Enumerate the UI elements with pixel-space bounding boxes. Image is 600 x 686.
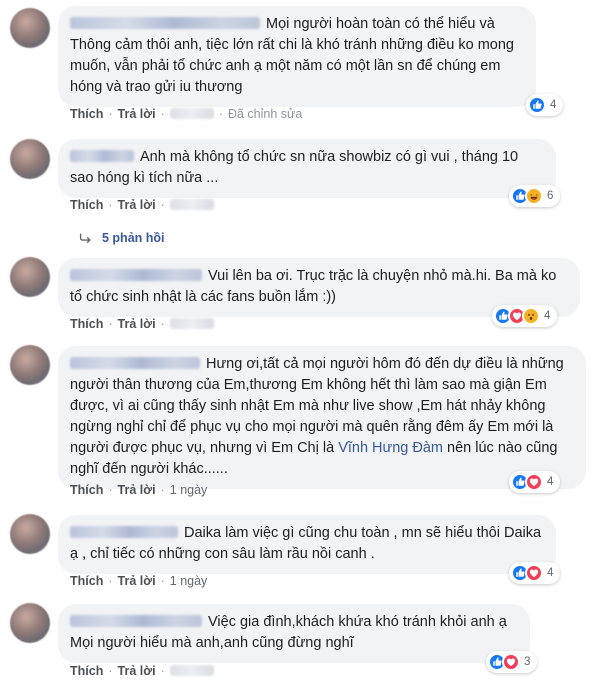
edited-label[interactable]: Đã chỉnh sửa — [228, 107, 302, 121]
like-action[interactable]: Thích — [70, 198, 103, 212]
avatar[interactable] — [10, 345, 50, 385]
comment-actions: Thích · Trả lời · — [70, 317, 214, 331]
commenter-name-blurred[interactable] — [70, 615, 202, 627]
comment-bubble: Việc gia đình,khách khứa khó tránh khỏi … — [58, 604, 530, 663]
comment-bubble: Daika làm việc gì cũng chu toàn , mn sẽ … — [58, 515, 556, 574]
avatar[interactable] — [10, 257, 50, 297]
wow-icon — [522, 307, 540, 325]
reaction-count: 4 — [550, 99, 557, 111]
reply-action[interactable]: Trả lời — [118, 198, 156, 212]
timestamp[interactable]: 1 ngày — [170, 574, 208, 588]
reaction-summary[interactable]: 4 — [509, 471, 561, 493]
avatar[interactable] — [10, 603, 50, 643]
reply-action[interactable]: Trả lời — [118, 664, 156, 678]
view-replies-link[interactable]: 5 phản hồi — [78, 231, 165, 245]
reply-action[interactable]: Trả lời — [118, 317, 156, 331]
commenter-name-blurred[interactable] — [70, 526, 178, 538]
reaction-count: 4 — [547, 476, 554, 488]
reaction-summary[interactable]: 4 — [509, 562, 561, 584]
reaction-count: 6 — [547, 190, 554, 202]
comment-bubble: Anh mà không tổ chức sn nữa showbiz có g… — [58, 139, 556, 198]
comment-actions: Thích · Trả lời · — [70, 664, 214, 678]
timestamp-blurred[interactable] — [169, 199, 214, 210]
comment-text: Anh mà không tổ chức sn nữa showbiz có g… — [70, 149, 519, 186]
commenter-name-blurred[interactable] — [70, 357, 200, 369]
comment-actions: Thích · Trả lời · 1 ngày — [70, 574, 208, 588]
timestamp[interactable]: 1 ngày — [170, 483, 208, 497]
avatar[interactable] — [10, 8, 50, 48]
replies-count-label: 5 phản hồi — [102, 231, 165, 245]
comment-actions: Thích · Trả lời · — [70, 198, 214, 212]
reply-arrow-icon — [78, 231, 92, 245]
like-action[interactable]: Thích — [70, 664, 103, 678]
reaction-summary[interactable]: 4 — [492, 305, 558, 327]
avatar[interactable] — [10, 139, 50, 179]
timestamp-blurred[interactable] — [169, 665, 214, 676]
like-icon — [528, 96, 546, 114]
timestamp-blurred[interactable] — [169, 318, 214, 329]
love-icon — [502, 653, 520, 671]
reaction-count: 4 — [547, 567, 554, 579]
reaction-summary[interactable]: 4 — [526, 94, 564, 116]
love-icon — [525, 473, 543, 491]
comment-actions: Thích · Trả lời · 1 ngày — [70, 483, 208, 497]
haha-icon — [525, 187, 543, 205]
like-action[interactable]: Thích — [70, 317, 103, 331]
love-icon — [525, 564, 543, 582]
like-action[interactable]: Thích — [70, 574, 103, 588]
reaction-count: 4 — [544, 310, 551, 322]
reaction-count: 3 — [524, 656, 531, 668]
comment-bubble: Hưng ơi,tất cả mọi người hôm đó đến dự đ… — [58, 346, 586, 489]
commenter-name-blurred[interactable] — [70, 17, 260, 29]
timestamp-blurred[interactable] — [169, 108, 214, 119]
reply-action[interactable]: Trả lời — [118, 574, 156, 588]
avatar[interactable] — [10, 514, 50, 554]
reply-action[interactable]: Trả lời — [118, 107, 156, 121]
comment-bubble: Mọi người hoàn toàn có thể hiểu và Thông… — [58, 6, 536, 107]
like-action[interactable]: Thích — [70, 483, 103, 497]
reply-action[interactable]: Trả lời — [118, 483, 156, 497]
commenter-name-blurred[interactable] — [70, 269, 202, 281]
mention-link[interactable]: Vĩnh Hưng Đàm — [338, 440, 443, 456]
like-action[interactable]: Thích — [70, 107, 103, 121]
reaction-summary[interactable]: 6 — [509, 185, 561, 207]
reaction-summary[interactable]: 3 — [486, 651, 538, 673]
commenter-name-blurred[interactable] — [70, 150, 134, 162]
comment-actions: Thích · Trả lời · · Đã chỉnh sửa — [70, 107, 303, 121]
